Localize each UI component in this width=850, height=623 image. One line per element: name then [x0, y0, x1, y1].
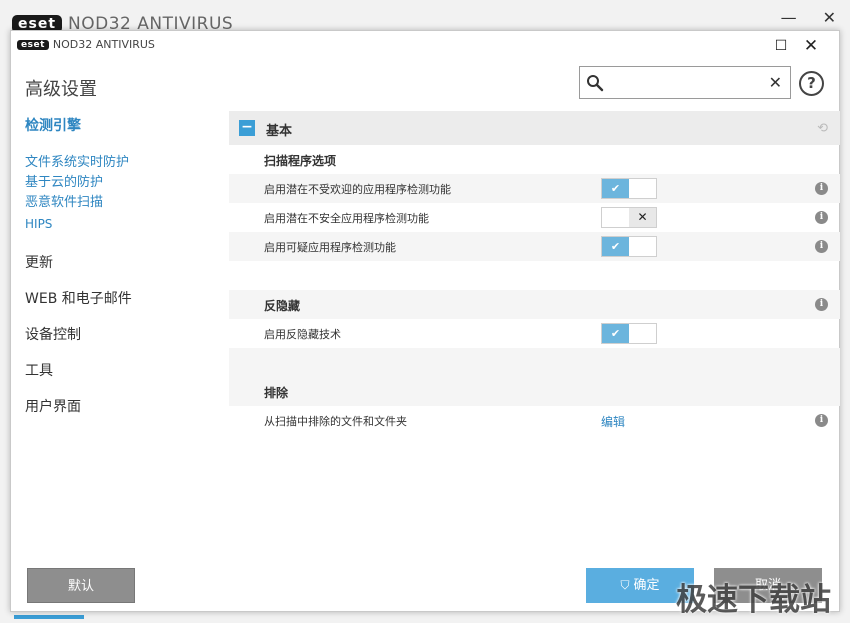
check-icon: ✔	[602, 324, 629, 343]
sidebar: 检测引擎 文件系统实时防护 基于云的防护 恶意软件扫描 HIPS 更新 WEB …	[25, 115, 225, 416]
background-minimize-button[interactable]: —	[781, 8, 797, 27]
sidebar-item-user-interface[interactable]: 用户界面	[25, 396, 225, 416]
toggle-suspicious[interactable]: ✔	[601, 236, 657, 257]
sidebar-subitem-malware-scan[interactable]: 恶意软件扫描	[25, 193, 225, 213]
toggle-antistealth[interactable]: ✔	[601, 323, 657, 344]
maximize-button[interactable]: ☐	[767, 35, 795, 57]
info-icon[interactable]: i	[815, 298, 828, 311]
help-icon[interactable]: ?	[799, 71, 824, 96]
info-icon[interactable]: i	[815, 211, 828, 224]
revert-icon[interactable]: ⟲	[817, 121, 828, 136]
edit-exclusions-link[interactable]: 编辑	[601, 413, 625, 430]
sidebar-item-update[interactable]: 更新	[25, 252, 225, 272]
group-header-scanner: 扫描程序选项	[229, 145, 840, 174]
setting-row-suspicious: 启用可疑应用程序检测功能 ✔ i	[229, 232, 840, 261]
background-accent-strip	[14, 615, 84, 619]
info-icon[interactable]: i	[815, 182, 828, 195]
check-icon: ✔	[602, 179, 629, 198]
sidebar-subitem-cloud-protection[interactable]: 基于云的防护	[25, 173, 225, 193]
close-button[interactable]: ✕	[797, 35, 825, 57]
group-header-exclusions: 排除	[229, 377, 840, 406]
eset-logo-icon: eset	[17, 39, 49, 50]
page-title: 高级设置	[25, 79, 97, 100]
check-icon: ✔	[602, 237, 629, 256]
setting-label-unsafe: 启用潜在不安全应用程序检测功能	[264, 212, 429, 225]
search-icon	[587, 75, 604, 92]
default-button[interactable]: 默认	[27, 568, 135, 603]
group-header-antistealth: 反隐藏 i	[229, 290, 840, 319]
setting-label-suspicious: 启用可疑应用程序检测功能	[264, 241, 396, 254]
search-box[interactable]: ✕	[579, 66, 791, 99]
site-watermark: 极速下载站	[676, 582, 831, 618]
setting-row-exclusions: 从扫描中排除的文件和文件夹 编辑 i	[229, 406, 840, 435]
toggle-unsafe[interactable]: ✕	[601, 207, 657, 228]
toggle-pua[interactable]: ✔	[601, 178, 657, 199]
sidebar-subitem-hips[interactable]: HIPS	[25, 214, 225, 234]
spacer-row	[229, 348, 840, 377]
setting-row-pua: 启用潜在不受欢迎的应用程序检测功能 ✔ i	[229, 174, 840, 203]
cross-icon: ✕	[629, 208, 656, 227]
setting-label-antistealth: 启用反隐藏技术	[264, 328, 341, 341]
sidebar-subitem-realtime-protection[interactable]: 文件系统实时防护	[25, 153, 225, 173]
group-title-exclusions: 排除	[264, 386, 289, 400]
background-window-controls: — ✕	[781, 8, 836, 27]
sidebar-item-tools[interactable]: 工具	[25, 360, 225, 380]
setting-row-unsafe: 启用潜在不安全应用程序检测功能 ✕ i	[229, 203, 840, 232]
setting-label-exclusions: 从扫描中排除的文件和文件夹	[264, 415, 407, 428]
sidebar-item-web-email[interactable]: WEB 和电子邮件	[25, 288, 225, 308]
background-close-button[interactable]: ✕	[823, 8, 836, 27]
section-header-basic[interactable]: − 基本 ⟲	[229, 111, 840, 145]
collapse-icon[interactable]: −	[239, 120, 255, 136]
sidebar-item-detection-engine[interactable]: 检测引擎	[25, 115, 225, 135]
info-icon[interactable]: i	[815, 240, 828, 253]
dialog-titlebar: eset NOD32 ANTIVIRUS ☐ ✕	[11, 31, 839, 61]
group-title-antistealth: 反隐藏	[264, 299, 301, 313]
group-title-scanner: 扫描程序选项	[264, 154, 337, 168]
dialog-logo: eset NOD32 ANTIVIRUS	[17, 38, 155, 51]
info-icon[interactable]: i	[815, 414, 828, 427]
search-input[interactable]	[610, 71, 760, 95]
clear-search-icon[interactable]: ✕	[769, 73, 782, 92]
dialog-app-name: NOD32 ANTIVIRUS	[52, 38, 155, 51]
section-title: 基本	[266, 124, 293, 139]
ok-button-label: 确定	[633, 578, 660, 593]
spacer-row	[229, 261, 840, 290]
settings-panel: − 基本 ⟲ 扫描程序选项 启用潜在不受欢迎的应用程序检测功能 ✔ i 启用潜在…	[229, 111, 840, 435]
advanced-setup-dialog: eset NOD32 ANTIVIRUS ☐ ✕ 高级设置 ✕ ? 检测引擎 文…	[10, 30, 840, 612]
setting-label-pua: 启用潜在不受欢迎的应用程序检测功能	[264, 183, 451, 196]
shield-icon: ⛉	[620, 578, 630, 592]
setting-row-antistealth: 启用反隐藏技术 ✔	[229, 319, 840, 348]
sidebar-item-device-control[interactable]: 设备控制	[25, 324, 225, 344]
